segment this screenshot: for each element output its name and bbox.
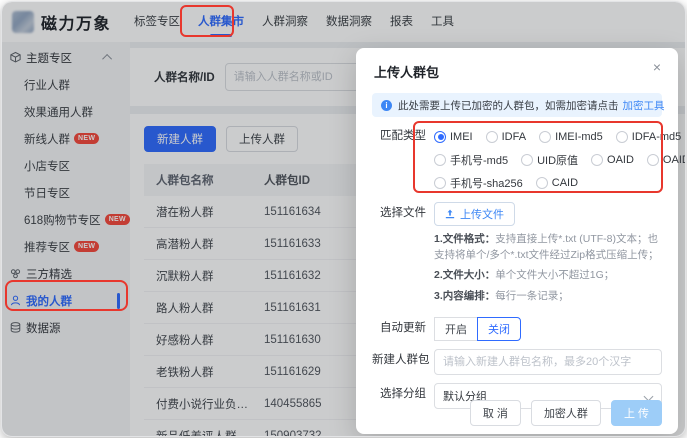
radio-label: OAID-md5 xyxy=(662,153,685,166)
modal-title: 上传人群包 xyxy=(374,65,440,80)
radio-label: IMEI xyxy=(450,130,473,143)
file-note-head: 1.文件格式： xyxy=(434,233,496,245)
new-package-row: 新建人群包 xyxy=(356,349,678,375)
radio-icon xyxy=(539,130,552,143)
file-note: 1.文件格式：支持直接上传*.txt (UTF-8)文本；也支持将单个/多个*.… xyxy=(434,232,662,263)
notice-text: 此处需要上传已加密的人群包，如需加密请点击 xyxy=(398,99,619,112)
radio-option[interactable]: IDFA-md5 xyxy=(615,130,682,143)
radio-option[interactable]: OAID xyxy=(591,153,634,166)
file-note-head: 2.文件大小： xyxy=(434,269,496,281)
auto-update-row: 自动更新 开启 关闭 xyxy=(356,317,678,341)
radio-icon xyxy=(615,130,628,143)
radio-option[interactable]: IMEI-md5 xyxy=(539,130,603,143)
select-file-label: 选择文件 xyxy=(380,207,426,219)
app-window: 磁力万象 标签专区 人群集市 人群洞察 数据洞察 报表 工具 主题专区 行业人群… xyxy=(1,1,686,437)
auto-update-toggle: 开启 关闭 xyxy=(434,317,662,341)
file-notes: 1.文件格式：支持直接上传*.txt (UTF-8)文本；也支持将单个/多个*.… xyxy=(434,232,662,304)
upload-file-button[interactable]: 上传文件 xyxy=(434,202,515,226)
upload-icon xyxy=(445,209,455,219)
toggle-option[interactable]: 关闭 xyxy=(477,317,521,341)
toggle-option[interactable]: 开启 xyxy=(434,317,478,341)
radio-label: OAID xyxy=(607,153,634,166)
select-file-row: 选择文件 上传文件 1.文件格式：支持直接上传*.txt (UTF-8)文本；也… xyxy=(356,202,678,309)
file-note: 2.文件大小：单个文件大小不超过1G； xyxy=(434,268,662,284)
encrypt-tool-link[interactable]: 加密工具 xyxy=(623,98,665,113)
radio-icon xyxy=(535,176,548,189)
new-package-label: 新建人群包 xyxy=(372,354,430,366)
radio-icon xyxy=(434,130,446,143)
modal-footer: 取 消 加密人群 上 传 xyxy=(469,400,662,426)
radio-label: CAID xyxy=(551,176,579,189)
radio-icon xyxy=(646,153,659,166)
match-type-options: IMEI IDFA IMEI-md5 IDFA-md5 手机号-md5 UID原… xyxy=(434,125,685,194)
radio-option[interactable]: OAID-md5 xyxy=(646,153,685,166)
auto-update-label: 自动更新 xyxy=(380,322,426,334)
file-note-body: 每行一条记录； xyxy=(495,289,569,302)
radio-label: IDFA-md5 xyxy=(631,130,682,143)
group-label: 选择分组 xyxy=(380,388,426,400)
radio-label: IMEI-md5 xyxy=(555,130,603,143)
info-icon: i xyxy=(381,99,392,111)
radio-option[interactable]: UID原值 xyxy=(521,152,578,168)
upload-submit-button[interactable]: 上 传 xyxy=(610,400,662,426)
radio-icon xyxy=(485,130,498,143)
radio-option[interactable]: 手机号-sha256 xyxy=(434,175,523,191)
radio-option[interactable]: IDFA xyxy=(485,130,527,143)
radio-option[interactable]: CAID xyxy=(535,176,579,189)
radio-label: IDFA xyxy=(501,130,527,143)
radio-icon xyxy=(591,153,604,166)
radio-label: 手机号-sha256 xyxy=(450,177,523,190)
radio-icon xyxy=(521,153,534,166)
file-note: 3.内容编排：每行一条记录； xyxy=(434,289,662,305)
cancel-button[interactable]: 取 消 xyxy=(469,400,521,426)
match-type-label: 匹配类型 xyxy=(380,130,426,142)
new-package-input[interactable] xyxy=(434,349,662,375)
file-note-body: 单个文件大小不超过1G； xyxy=(495,269,615,281)
upload-file-button-label: 上传文件 xyxy=(460,209,504,221)
close-icon[interactable]: × xyxy=(649,60,665,76)
radio-icon xyxy=(434,153,446,166)
match-type-row: 匹配类型 IMEI IDFA IMEI-md5 IDFA-md5 手机号-md5… xyxy=(356,125,685,194)
radio-option[interactable]: IMEI xyxy=(434,130,473,143)
radio-option[interactable]: 手机号-md5 xyxy=(434,152,508,168)
notice-banner: i 此处需要上传已加密的人群包，如需加密请点击 加密工具 xyxy=(372,93,665,117)
radio-label: 手机号-md5 xyxy=(450,154,509,167)
encrypt-audience-button[interactable]: 加密人群 xyxy=(530,400,601,426)
upload-audience-modal: 上传人群包 × i 此处需要上传已加密的人群包，如需加密请点击 加密工具 匹配类… xyxy=(356,48,685,434)
radio-label: UID原值 xyxy=(537,154,579,167)
radio-icon xyxy=(434,176,446,189)
file-note-head: 3.内容编排： xyxy=(434,289,496,302)
